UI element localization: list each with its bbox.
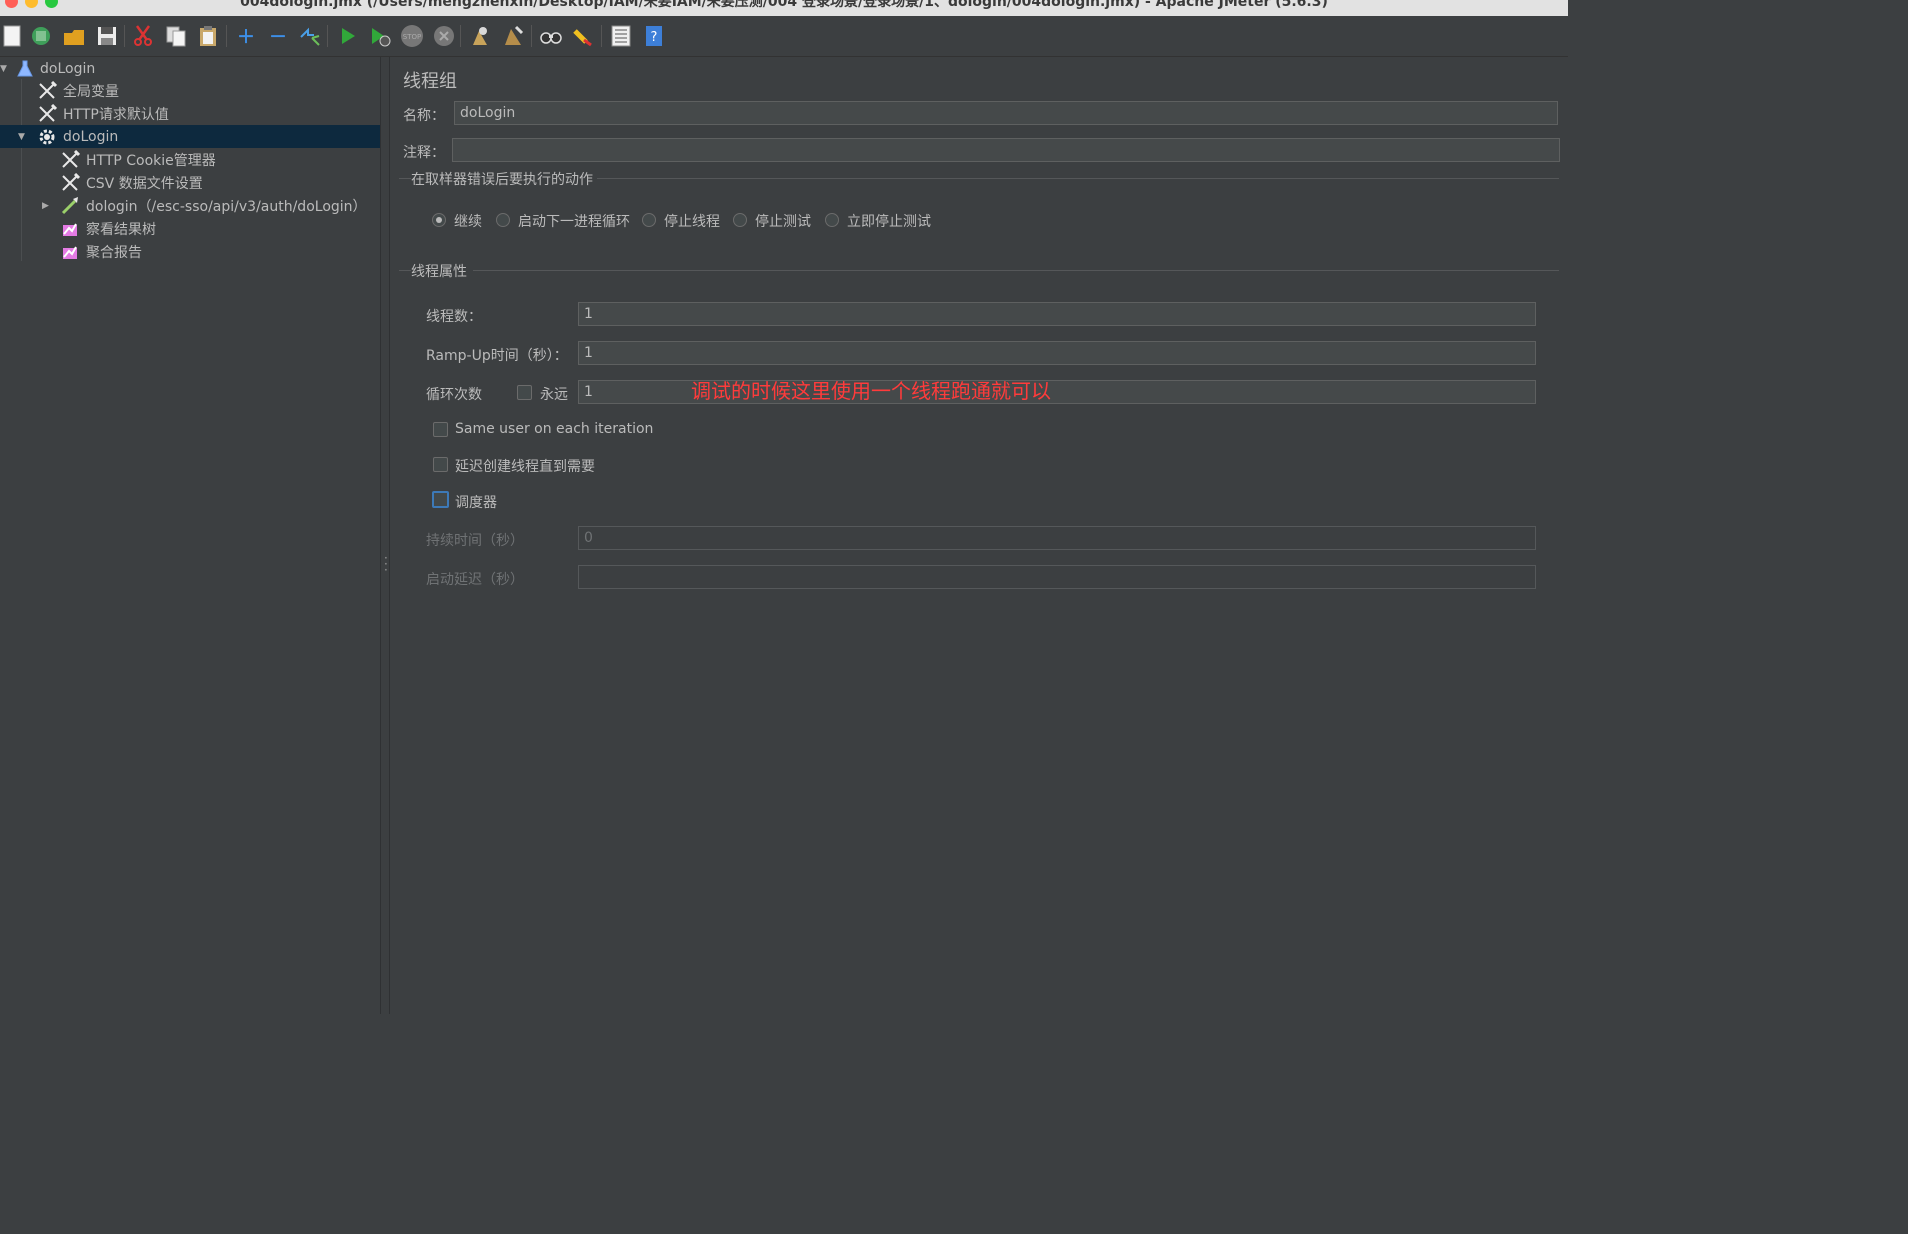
cut-icon[interactable] — [131, 23, 155, 49]
svg-text:?: ? — [651, 30, 658, 45]
tree-item-label: HTTP Cookie管理器 — [86, 152, 216, 169]
config-element-icon — [37, 103, 57, 124]
radio-stop-test-label[interactable]: 停止测试 — [755, 211, 811, 231]
radio-start-next-loop[interactable] — [496, 213, 510, 227]
new-icon[interactable] — [0, 23, 24, 49]
save-icon[interactable] — [95, 23, 119, 49]
radio-continue-label[interactable]: 继续 — [454, 211, 482, 231]
clear-icon[interactable] — [468, 23, 492, 49]
clear-all-icon[interactable] — [501, 23, 525, 49]
templates-icon[interactable] — [29, 23, 53, 49]
toggle-icon[interactable] — [298, 23, 322, 49]
name-label: 名称： — [403, 108, 445, 124]
rampup-label: Ramp-Up时间（秒）： — [426, 348, 568, 364]
same-user-checkbox[interactable] — [433, 422, 448, 437]
collapse-toggle-icon[interactable]: ▼ — [0, 64, 7, 74]
comment-label: 注释： — [403, 145, 445, 161]
reset-search-icon[interactable] — [571, 23, 595, 49]
tree-item-label: HTTP请求默认值 — [63, 106, 169, 123]
tree-item-label: doLogin — [63, 128, 119, 145]
rampup-input[interactable] — [578, 341, 1536, 365]
duration-input — [578, 526, 1536, 550]
comment-input[interactable] — [452, 138, 1560, 162]
open-icon[interactable] — [62, 23, 86, 49]
radio-stop-test[interactable] — [733, 213, 747, 227]
start-no-pauses-icon[interactable] — [368, 23, 392, 49]
test-plan-tree: ▼ doLogin 全局变量 HTTP请求默认值 ▼ doLogin HTTP … — [0, 57, 380, 1014]
collapse-icon[interactable]: － — [266, 23, 290, 49]
radio-stop-thread[interactable] — [642, 213, 656, 227]
tree-item-label: dologin（/esc-sso/api/v3/auth/doLogin） — [86, 198, 367, 215]
tree-item-label: 聚合报告 — [86, 244, 142, 261]
config-element-icon — [37, 80, 57, 101]
listener-icon — [60, 242, 80, 262]
expand-icon[interactable]: ＋ — [234, 23, 258, 49]
delay-thread-creation-label[interactable]: 延迟创建线程直到需要 — [455, 456, 595, 476]
tree-item-cookie-manager[interactable]: HTTP Cookie管理器 — [0, 148, 380, 171]
tree-item-csv-data-set[interactable]: CSV 数据文件设置 — [0, 171, 380, 194]
radio-start-next-loop-label[interactable]: 启动下一进程循环 — [518, 211, 630, 231]
split-pane-divider[interactable]: · · · — [380, 57, 390, 1014]
tree-item-aggregate-report[interactable]: 聚合报告 — [0, 240, 380, 263]
loop-count-label: 循环次数 — [426, 387, 482, 403]
toolbar: ＋ － STOP ? — [0, 16, 1568, 57]
thread-group-panel: 线程组 名称： 注释： 在取样器错误后要执行的动作 继续 启动下一进程循环 停止… — [391, 57, 1568, 1014]
radio-stop-thread-label[interactable]: 停止线程 — [664, 211, 720, 231]
tree-item-global-variables[interactable]: 全局变量 — [0, 79, 380, 102]
test-plan-icon — [15, 59, 35, 79]
tree-item-label: 察看结果树 — [86, 221, 156, 238]
collapse-toggle-icon[interactable]: ▼ — [18, 132, 25, 142]
tree-item-view-results-tree[interactable]: 察看结果树 — [0, 217, 380, 240]
svg-text:STOP: STOP — [403, 33, 421, 41]
panel-title: 线程组 — [403, 71, 457, 92]
scheduler-checkbox[interactable] — [432, 491, 449, 508]
listener-icon — [60, 219, 80, 239]
tree-item-label: 全局变量 — [63, 83, 119, 100]
tree-item-dologin-sampler[interactable]: ▶ dologin（/esc-sso/api/v3/auth/doLogin） — [0, 194, 380, 217]
threads-input[interactable] — [578, 302, 1536, 326]
tree-item-label: doLogin — [40, 60, 96, 77]
start-icon[interactable] — [336, 23, 360, 49]
drag-handle-icon[interactable]: · · · — [384, 552, 388, 576]
red-annotation-text: 调试的时候这里使用一个线程跑通就可以 — [691, 379, 1051, 403]
stop-icon[interactable]: STOP — [400, 23, 424, 49]
threads-label: 线程数： — [426, 309, 482, 325]
title-bar: 004dologin.jmx (/Users/mengzhenxin/Deskt… — [0, 0, 1568, 16]
startup-delay-input — [578, 565, 1536, 589]
error-action-group-label: 在取样器错误后要执行的动作 — [411, 172, 593, 188]
scheduler-label[interactable]: 调度器 — [455, 492, 497, 512]
config-element-icon — [60, 149, 80, 170]
radio-stop-test-now[interactable] — [825, 213, 839, 227]
tree-item-http-defaults[interactable]: HTTP请求默认值 — [0, 102, 380, 125]
copy-icon[interactable] — [164, 23, 188, 49]
help-icon[interactable]: ? — [642, 23, 666, 49]
config-element-icon — [60, 172, 80, 193]
startup-delay-label: 启动延迟（秒） — [426, 572, 524, 588]
tree-item-test-plan[interactable]: ▼ doLogin — [0, 57, 380, 80]
radio-continue[interactable] — [432, 213, 446, 227]
shutdown-icon[interactable] — [432, 23, 456, 49]
delay-thread-creation-checkbox[interactable] — [433, 457, 448, 472]
expand-toggle-icon[interactable]: ▶ — [42, 201, 49, 211]
thread-group-icon — [37, 127, 57, 147]
same-user-label[interactable]: Same user on each iteration — [455, 421, 653, 437]
forever-checkbox[interactable] — [517, 385, 532, 400]
window-title: 004dologin.jmx (/Users/mengzhenxin/Deskt… — [240, 0, 1328, 10]
sampler-icon — [60, 196, 80, 216]
tree-item-label: CSV 数据文件设置 — [86, 175, 203, 192]
paste-icon[interactable] — [196, 23, 220, 49]
duration-label: 持续时间（秒） — [426, 533, 524, 549]
search-icon[interactable] — [539, 23, 563, 49]
tree-item-thread-group[interactable]: ▼ doLogin — [0, 125, 380, 148]
name-input[interactable] — [454, 101, 1558, 125]
function-helper-icon[interactable] — [609, 23, 633, 49]
thread-properties-group-label: 线程属性 — [411, 264, 467, 280]
radio-stop-test-now-label[interactable]: 立即停止测试 — [847, 211, 931, 231]
forever-label[interactable]: 永远 — [540, 384, 568, 404]
